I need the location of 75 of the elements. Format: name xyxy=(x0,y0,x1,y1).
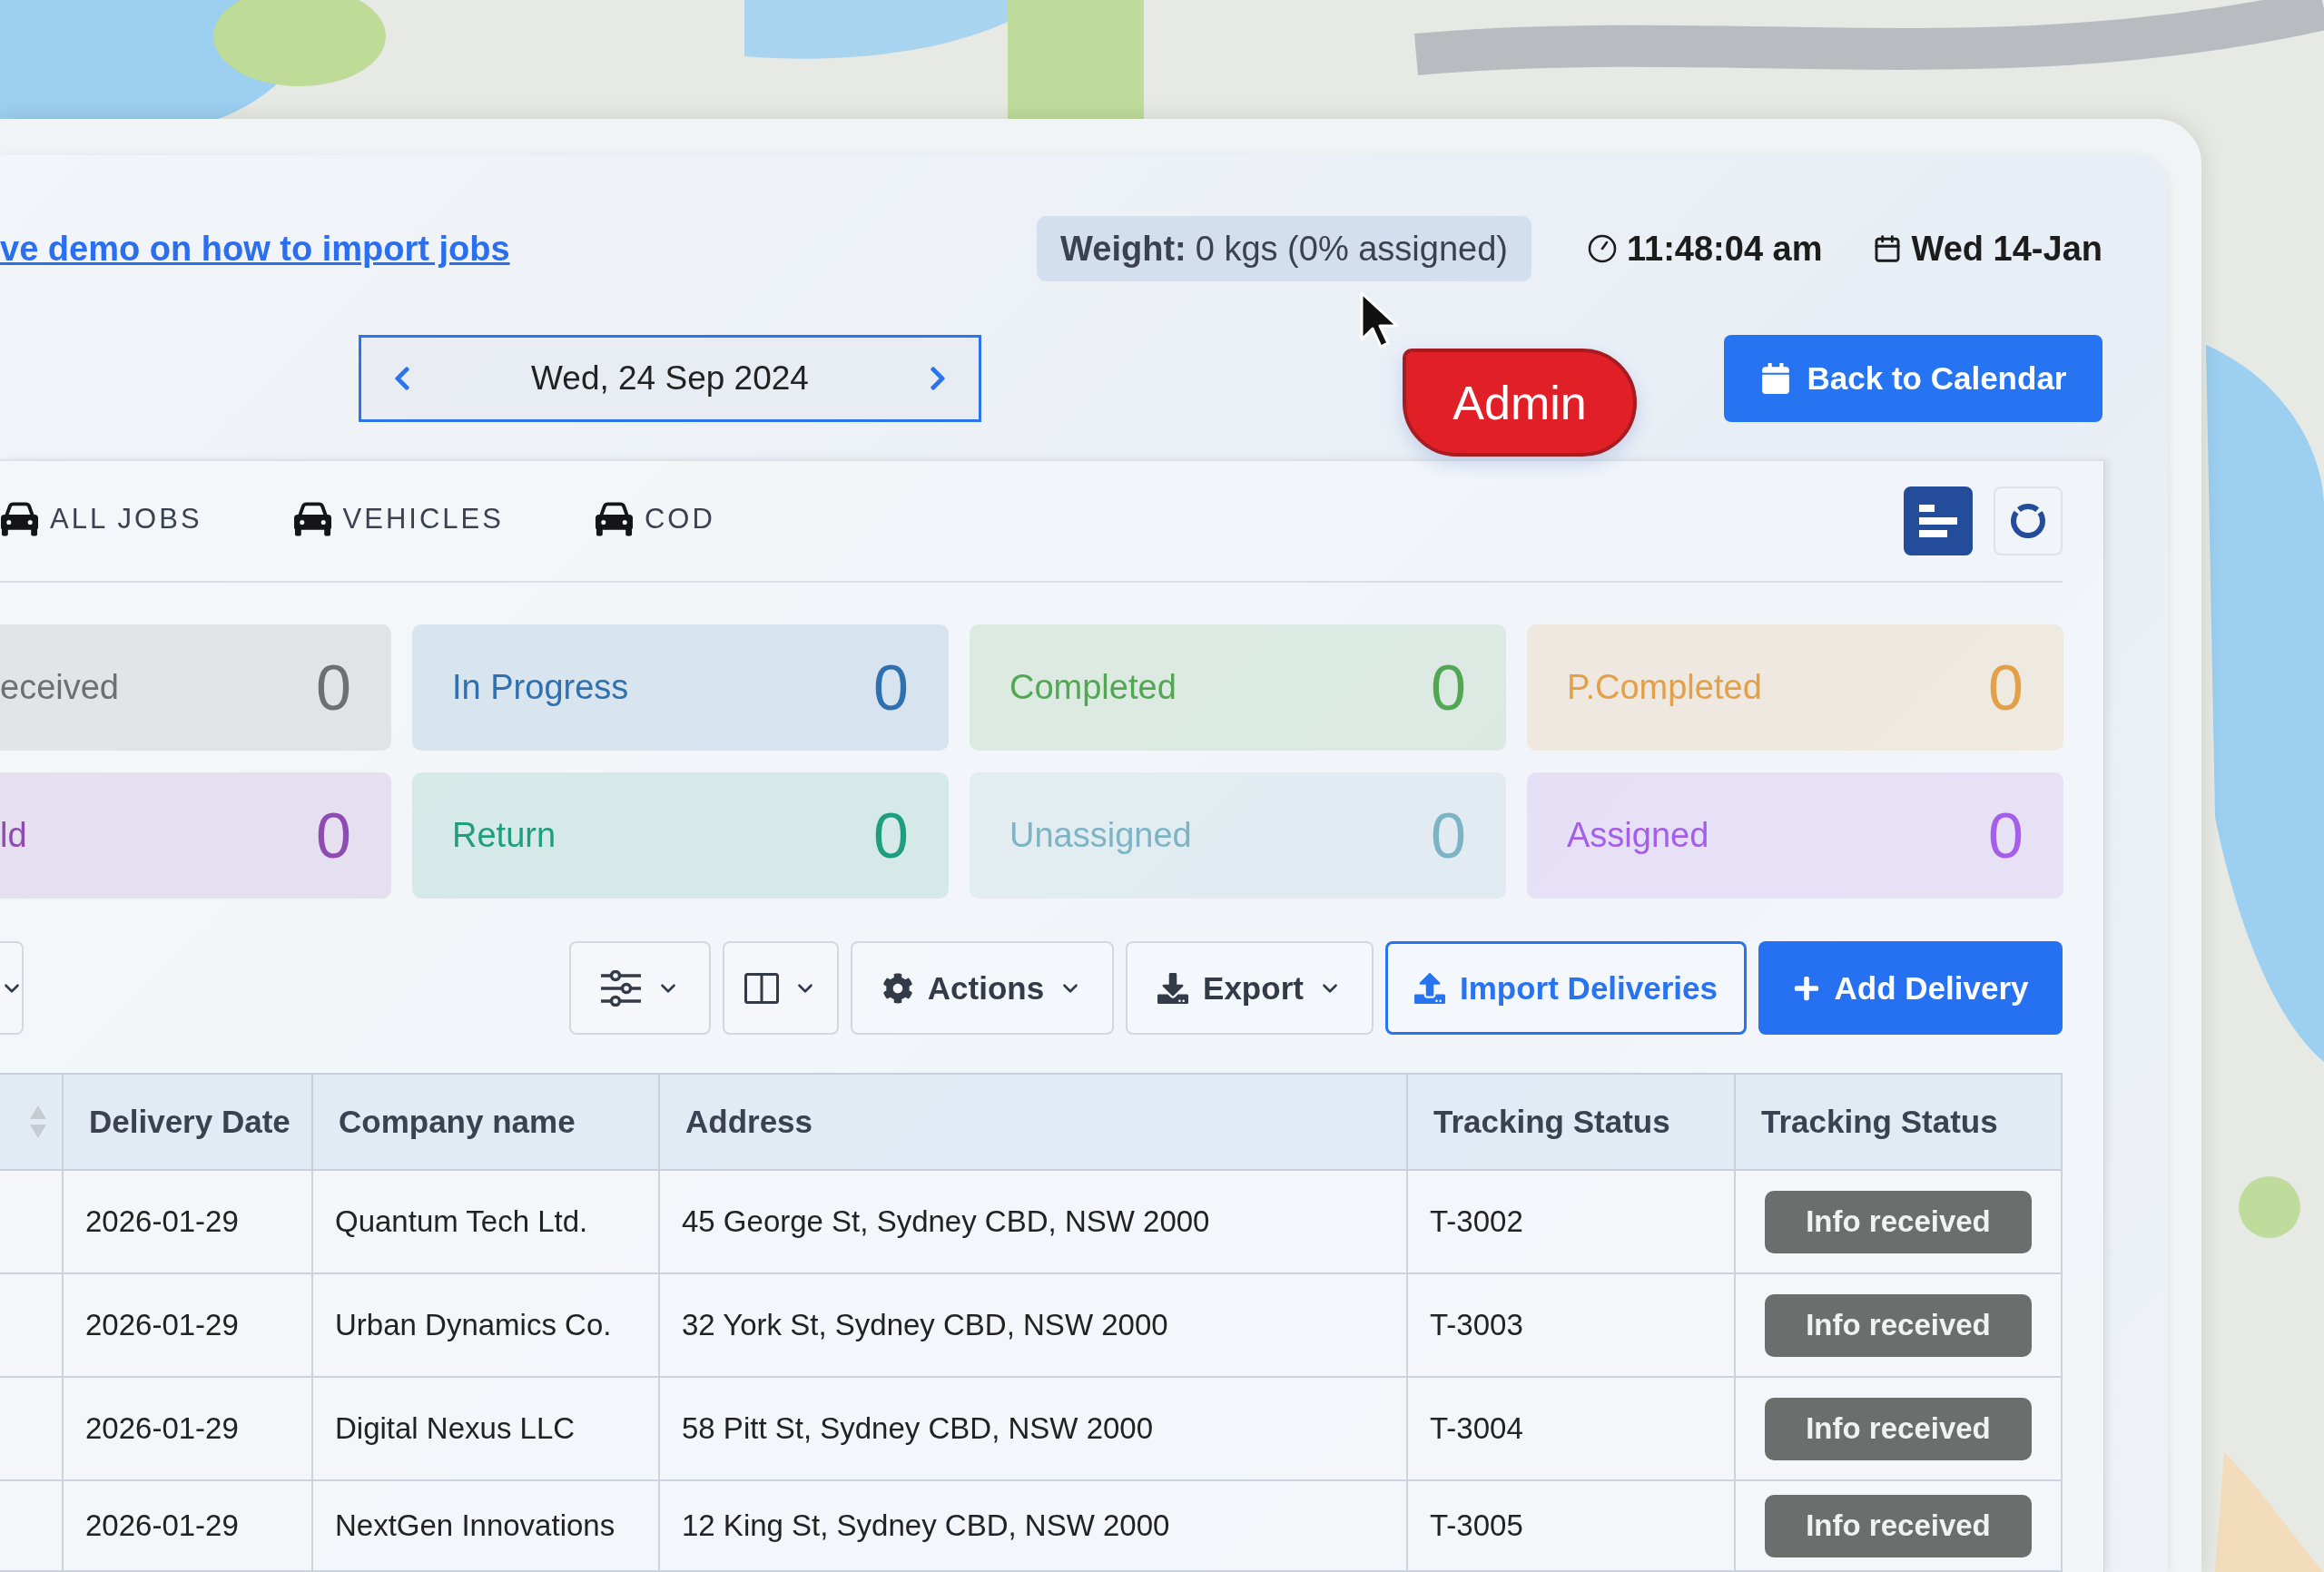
download-icon xyxy=(1157,972,1189,1004)
column-header[interactable]: Delivery Date xyxy=(64,1075,313,1171)
table-cell: Digital Nexus LLC xyxy=(313,1378,660,1481)
weight-summary: Weight: 0 kgs (0% assigned) xyxy=(1037,216,1531,281)
sliders-icon xyxy=(600,969,642,1007)
date-picker[interactable]: Wed, 24 Sep 2024 xyxy=(359,335,981,422)
stat-count: 0 xyxy=(1988,655,2024,720)
stat-label: Return xyxy=(452,816,556,855)
bar-chart-icon xyxy=(1919,505,1957,537)
column-header[interactable]: Address xyxy=(660,1075,1408,1171)
stat-label: ld xyxy=(0,816,27,855)
stat-label: Completed xyxy=(1009,668,1177,707)
back-to-calendar-button[interactable]: Back to Calendar xyxy=(1724,335,2102,422)
table-cell: Urban Dynamics Co. xyxy=(313,1274,660,1378)
stat-count: 0 xyxy=(873,655,909,720)
stat-label: In Progress xyxy=(452,668,629,707)
donut-chart-icon xyxy=(2010,503,2046,539)
table-cell: 2026-01-29 xyxy=(64,1171,313,1274)
status-badge: Info received xyxy=(1765,1293,2032,1357)
table-cell: 12 King St, Sydney CBD, NSW 2000 xyxy=(660,1481,1408,1572)
car-icon xyxy=(594,502,634,536)
car-icon xyxy=(0,502,39,536)
table-cell: T-3005 xyxy=(1408,1481,1736,1572)
stat-label: Assigned xyxy=(1567,816,1709,855)
current-time: 11:48:04 am xyxy=(1627,229,1823,269)
table-cell: 58 Pitt St, Sydney CBD, NSW 2000 xyxy=(660,1378,1408,1481)
table-cell: 32 York St, Sydney CBD, NSW 2000 xyxy=(660,1274,1408,1378)
filter-button[interactable] xyxy=(569,941,711,1035)
bar-view-button[interactable] xyxy=(1904,486,1973,555)
plus-icon xyxy=(1792,974,1820,1002)
table-cell: 2026-01-29 xyxy=(64,1378,313,1481)
role-tooltip: Admin xyxy=(1403,349,1637,457)
stat-label: Unassigned xyxy=(1009,816,1192,855)
table-cell: 2026-01-29 xyxy=(64,1481,313,1572)
upload-icon xyxy=(1414,972,1445,1004)
stat-count: 0 xyxy=(316,803,351,868)
status-badge: Info received xyxy=(1765,1494,2032,1557)
stat-count: 0 xyxy=(873,803,909,868)
stat-label: eceived xyxy=(0,668,119,707)
current-date: Wed 14-Jan xyxy=(1911,229,2102,269)
stat-count: 0 xyxy=(316,655,351,720)
stat-count: 0 xyxy=(1431,655,1466,720)
stat-label: P.Completed xyxy=(1567,668,1762,707)
table-cell: 45 George St, Sydney CBD, NSW 2000 xyxy=(660,1171,1408,1274)
table-cell: T-3003 xyxy=(1408,1274,1736,1378)
actions-button[interactable]: Actions xyxy=(851,941,1114,1035)
column-header[interactable]: Company name xyxy=(313,1075,660,1171)
demo-link[interactable]: ve demo on how to import jobs xyxy=(0,229,510,269)
stat-count: 0 xyxy=(1431,803,1466,868)
tab[interactable]: ALL JOBS xyxy=(0,489,202,553)
dropdown-button[interactable] xyxy=(0,941,24,1035)
gear-icon xyxy=(881,972,913,1004)
columns-button[interactable] xyxy=(723,941,839,1035)
table-cell: T-3004 xyxy=(1408,1378,1736,1481)
status-badge: Info received xyxy=(1765,1397,2032,1460)
import-button[interactable]: Import Deliveries xyxy=(1385,941,1747,1035)
export-button[interactable]: Export xyxy=(1126,941,1374,1035)
calendar-icon xyxy=(1759,363,1791,394)
column-header[interactable]: Tracking Status xyxy=(1408,1075,1736,1171)
table-cell: NextGen Innovations xyxy=(313,1481,660,1572)
tab[interactable]: COD xyxy=(594,489,715,553)
status-badge: Info received xyxy=(1765,1190,2032,1253)
column-header[interactable]: Tracking Status xyxy=(1736,1075,2063,1171)
table-cell: Quantum Tech Ltd. xyxy=(313,1171,660,1274)
stat-count: 0 xyxy=(1988,803,2024,868)
columns-icon xyxy=(744,972,779,1004)
table-cell: T-3002 xyxy=(1408,1171,1736,1274)
table-cell: 2026-01-29 xyxy=(64,1274,313,1378)
donut-view-button[interactable] xyxy=(1994,486,2063,555)
selected-date: Wed, 24 Sep 2024 xyxy=(531,359,809,398)
add-delivery-button[interactable]: Add Delivery xyxy=(1758,941,2063,1035)
tab[interactable]: VEHICLES xyxy=(292,489,504,553)
park-area xyxy=(2239,1176,2300,1238)
clock-icon xyxy=(1588,234,1617,263)
car-icon xyxy=(292,502,332,536)
